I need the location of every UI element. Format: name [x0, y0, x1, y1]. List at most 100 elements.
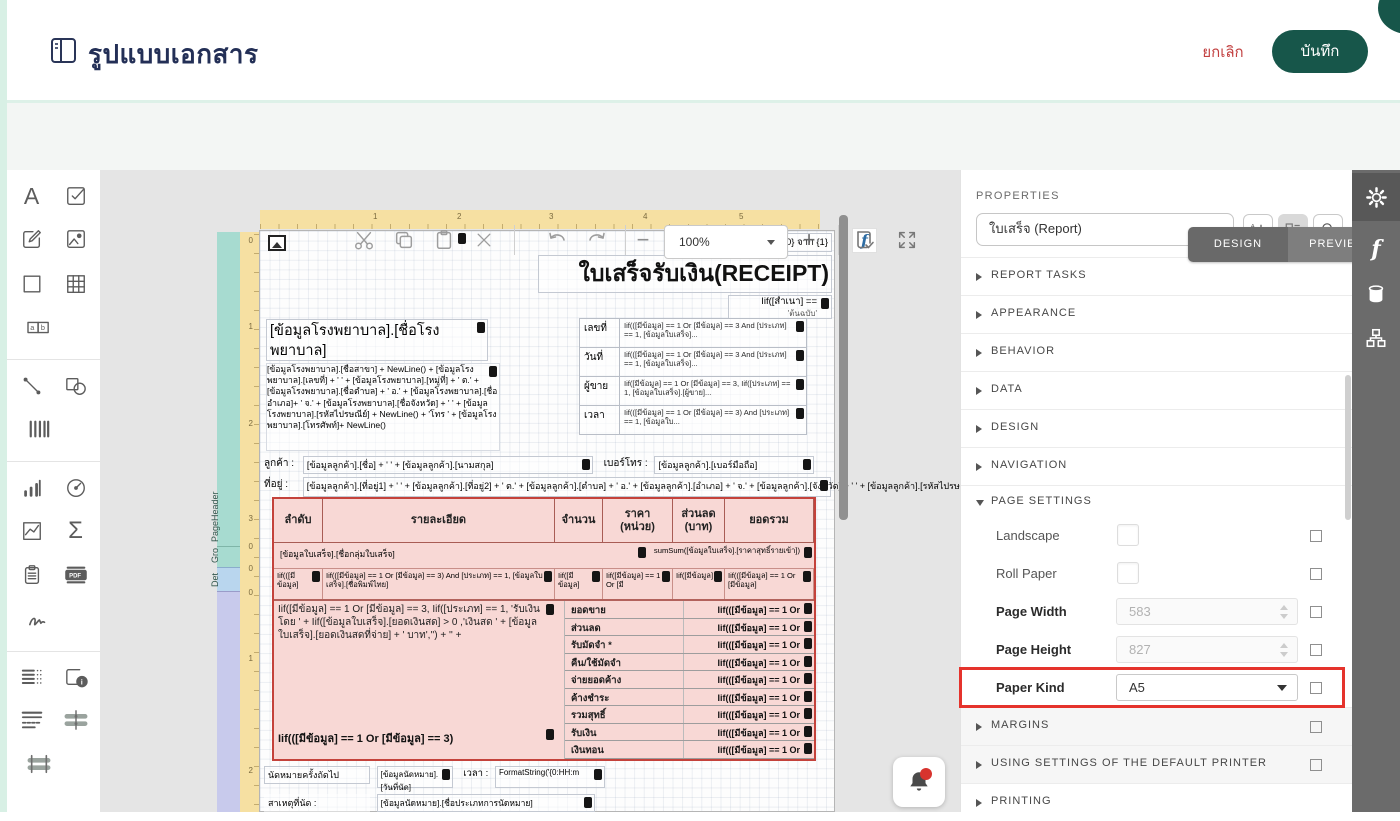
- tab-design[interactable]: DESIGN: [1188, 227, 1288, 262]
- sparkline-tool-icon[interactable]: [19, 518, 45, 544]
- landscape-checkbox[interactable]: [1117, 524, 1139, 546]
- customer-address-field[interactable]: [ข้อมูลลูกค้า].[ที่อยู่1] + ' ' + [ข้อมู…: [302, 477, 960, 497]
- paper-kind-select[interactable]: A5: [1116, 674, 1298, 701]
- barcode-tool-icon[interactable]: [26, 416, 52, 442]
- redo-icon[interactable]: [584, 227, 610, 253]
- totals-row[interactable]: ค้างชำระ Iif(([มีข้อมูล] == 1 Or: [565, 688, 814, 706]
- section-behavior[interactable]: BEHAVIOR: [961, 333, 1353, 371]
- properties-rail-button[interactable]: [1352, 173, 1400, 221]
- property-lock-checkbox[interactable]: [1310, 530, 1322, 542]
- appointment-date-field[interactable]: [ข้อมูลนัดหมาย].[วันที่นัด]: [376, 766, 453, 792]
- validate-report-icon[interactable]: [852, 227, 878, 253]
- section-margins[interactable]: MARGINS: [961, 707, 1353, 745]
- spinner-arrows[interactable]: [1280, 605, 1289, 619]
- hospital-address-field[interactable]: [ข้อมูลโรงพยาบาล].[ชื่อสาขา] + NewLine()…: [266, 363, 500, 451]
- signature-tool-icon[interactable]: [26, 607, 52, 633]
- functions-rail-button[interactable]: f: [1352, 225, 1400, 273]
- bar-chart-tool-icon[interactable]: [19, 475, 45, 501]
- band-detail[interactable]: Det: [210, 567, 240, 591]
- checkbox-tool-icon[interactable]: [63, 183, 89, 209]
- header-footer-tool-icon[interactable]: [19, 707, 45, 733]
- gauge-tool-icon[interactable]: [63, 475, 89, 501]
- paste-icon[interactable]: [431, 227, 457, 253]
- totals-row[interactable]: รับมัดจำ * Iif(([มีข้อมูล] == 1 Or: [565, 636, 814, 654]
- items-detail-cell[interactable]: Iif(([มีข้อมูล] == 1 Or [มีข้อมูล] == 3)…: [323, 569, 555, 599]
- section-appearance[interactable]: APPEARANCE: [961, 295, 1353, 333]
- property-lock-checkbox[interactable]: [1310, 759, 1322, 771]
- align-bands-tool-icon[interactable]: [63, 707, 89, 733]
- delete-icon[interactable]: [471, 227, 497, 253]
- band-section-tool-icon[interactable]: [26, 751, 52, 777]
- report-page[interactable]: หน้า {0} จาก {1} ใบเสร็จรับเงิน(RECEIPT)…: [259, 230, 960, 812]
- text-tool-icon[interactable]: A: [19, 183, 45, 209]
- customer-phone-field[interactable]: [ข้อมูลลูกค้า].[เบอร์มือถือ]: [654, 456, 815, 474]
- totals-row[interactable]: รวมสุทธิ์ Iif(([มีข้อมูล] == 1 Or: [565, 706, 814, 724]
- doc-info-row[interactable]: เลขที่ Iif(([มีข้อมูล] == 1 Or [มีข้อมูล]…: [579, 318, 807, 348]
- table-tool-icon[interactable]: [63, 271, 89, 297]
- toc-list-tool-icon[interactable]: [19, 664, 45, 690]
- band-group[interactable]: Gro: [210, 546, 240, 567]
- items-group-row[interactable]: [ข้อมูลใบเสร็จ].[ชื่อกลุ่มใบเสร็จ] sumSu…: [274, 543, 814, 569]
- hospital-name-field[interactable]: [ข้อมูลโรงพยาบาล].[ชื่อโรงพยาบาล]: [266, 319, 488, 361]
- property-lock-checkbox[interactable]: [1310, 568, 1322, 580]
- page-height-input[interactable]: 827: [1116, 636, 1298, 663]
- copy-icon[interactable]: [391, 227, 417, 253]
- band-pageheader[interactable]: PageHeader: [210, 232, 240, 546]
- zoom-in-icon[interactable]: +: [796, 227, 822, 253]
- line-tool-icon[interactable]: [19, 373, 45, 399]
- image-tool-icon[interactable]: [63, 226, 89, 252]
- info-overlay-tool-icon[interactable]: i: [63, 664, 89, 690]
- appointment-label[interactable]: นัดหมายครั้งถัดไป: [264, 766, 370, 784]
- zoom-out-icon[interactable]: −: [630, 227, 656, 253]
- undo-icon[interactable]: [544, 227, 570, 253]
- save-button[interactable]: บันทึก: [1272, 30, 1368, 73]
- items-detail-cell[interactable]: Iif([มีข้อมูล]: [555, 569, 603, 599]
- field-pair-tool-icon[interactable]: ab: [26, 314, 52, 340]
- richtext-tool-icon[interactable]: [19, 226, 45, 252]
- band-footer[interactable]: [217, 591, 240, 812]
- section-page-settings[interactable]: PAGE SETTINGS: [961, 485, 1353, 517]
- formula-sigma-tool-icon[interactable]: Σ: [63, 517, 89, 544]
- selected-table-block[interactable]: ลำดับ รายละเอียด จำนวน ราคา (หน่วย) ส่วนลด (…: [272, 497, 816, 761]
- spinner-arrows[interactable]: [1280, 643, 1289, 657]
- totals-row[interactable]: ยอดขาย Iif(([มีข้อมูล] == 1 Or: [565, 601, 814, 619]
- property-lock-checkbox[interactable]: [1310, 682, 1322, 694]
- items-detail-cell[interactable]: Iif(([มีข้อมูล] == 1 Or [มีข้อมูล]: [725, 569, 814, 599]
- items-detail-cell[interactable]: Iif([มีข้อมูล]: [673, 569, 725, 599]
- properties-scrollbar[interactable]: [1345, 375, 1351, 520]
- cancel-button[interactable]: ยกเลิก: [1188, 40, 1258, 66]
- data-source-rail-button[interactable]: [1352, 270, 1400, 318]
- zoom-level-select[interactable]: 100%: [664, 225, 788, 259]
- property-lock-checkbox[interactable]: [1310, 644, 1322, 656]
- design-canvas[interactable]: PageHeader Gro Det 0 1 2 3 0 0 0 1 2 1 2 3 4 5 หน้า …: [100, 170, 960, 812]
- form-clipboard-tool-icon[interactable]: [19, 562, 45, 588]
- page-width-input[interactable]: 583: [1116, 598, 1298, 625]
- doc-info-table[interactable]: เลขที่ Iif(([มีข้อมูล] == 1 Or [มีข้อมูล]…: [579, 318, 807, 435]
- appointment-time-field[interactable]: FormatString('{0:HH:m: [494, 766, 605, 788]
- rectangle-tool-icon[interactable]: [19, 271, 45, 297]
- payment-method-field[interactable]: Iif([มีข้อมูล] == 1 Or [มีข้อมูล] == 3, …: [274, 601, 565, 759]
- notification-bell-button[interactable]: [893, 757, 945, 807]
- shapes-tool-icon[interactable]: [63, 373, 89, 399]
- section-design[interactable]: DESIGN: [961, 409, 1353, 447]
- canvas-scrollbar[interactable]: [839, 215, 848, 520]
- totals-row[interactable]: รับเงิน Iif(([มีข้อมูล] == 1 Or: [565, 723, 814, 741]
- items-detail-row[interactable]: Iif(([มีข้อมูล] Iif(([มีข้อมูล] == 1 Or […: [274, 569, 814, 601]
- pdf-export-tool-icon[interactable]: PDF: [63, 562, 89, 588]
- totals-row[interactable]: คืน/ใช้มัดจำ Iif(([มีข้อมูล] == 1 Or: [565, 653, 814, 671]
- customer-name-field[interactable]: [ข้อมูลลูกค้า].[ชื่อ] + ' ' + [ข้อมูลลูก…: [302, 456, 593, 474]
- reason-field[interactable]: [ข้อมูลนัดหมาย].[ชื่อประเภทการนัดหมาย]: [376, 794, 595, 812]
- items-detail-cell[interactable]: Iif([มีข้อมูล] == 1 Or [มี: [603, 569, 673, 599]
- section-data[interactable]: DATA: [961, 371, 1353, 409]
- report-explorer-rail-button[interactable]: [1352, 314, 1400, 362]
- section-report-tasks[interactable]: REPORT TASKS: [961, 257, 1353, 295]
- totals-row[interactable]: ส่วนลด Iif(([มีข้อมูล] == 1 Or: [565, 618, 814, 636]
- roll-paper-checkbox[interactable]: [1117, 562, 1139, 584]
- receipt-title-field[interactable]: ใบเสร็จรับเงิน(RECEIPT): [538, 255, 832, 293]
- totals-row[interactable]: เงินทอน Iif(([มีข้อมูล] == 1 Or: [565, 741, 814, 759]
- section-using-settings-of-the-default-printer[interactable]: USING SETTINGS OF THE DEFAULT PRINTER: [961, 745, 1353, 783]
- copy-flag-field[interactable]: Iif([สำเนา] == 'ต้นฉบับ': [728, 295, 832, 319]
- fullscreen-icon[interactable]: [894, 227, 920, 253]
- doc-info-row[interactable]: เวลา Iif(([มีข้อมูล] == 1 Or [มีข้อมูล] =…: [579, 405, 807, 435]
- property-lock-checkbox[interactable]: [1310, 721, 1322, 733]
